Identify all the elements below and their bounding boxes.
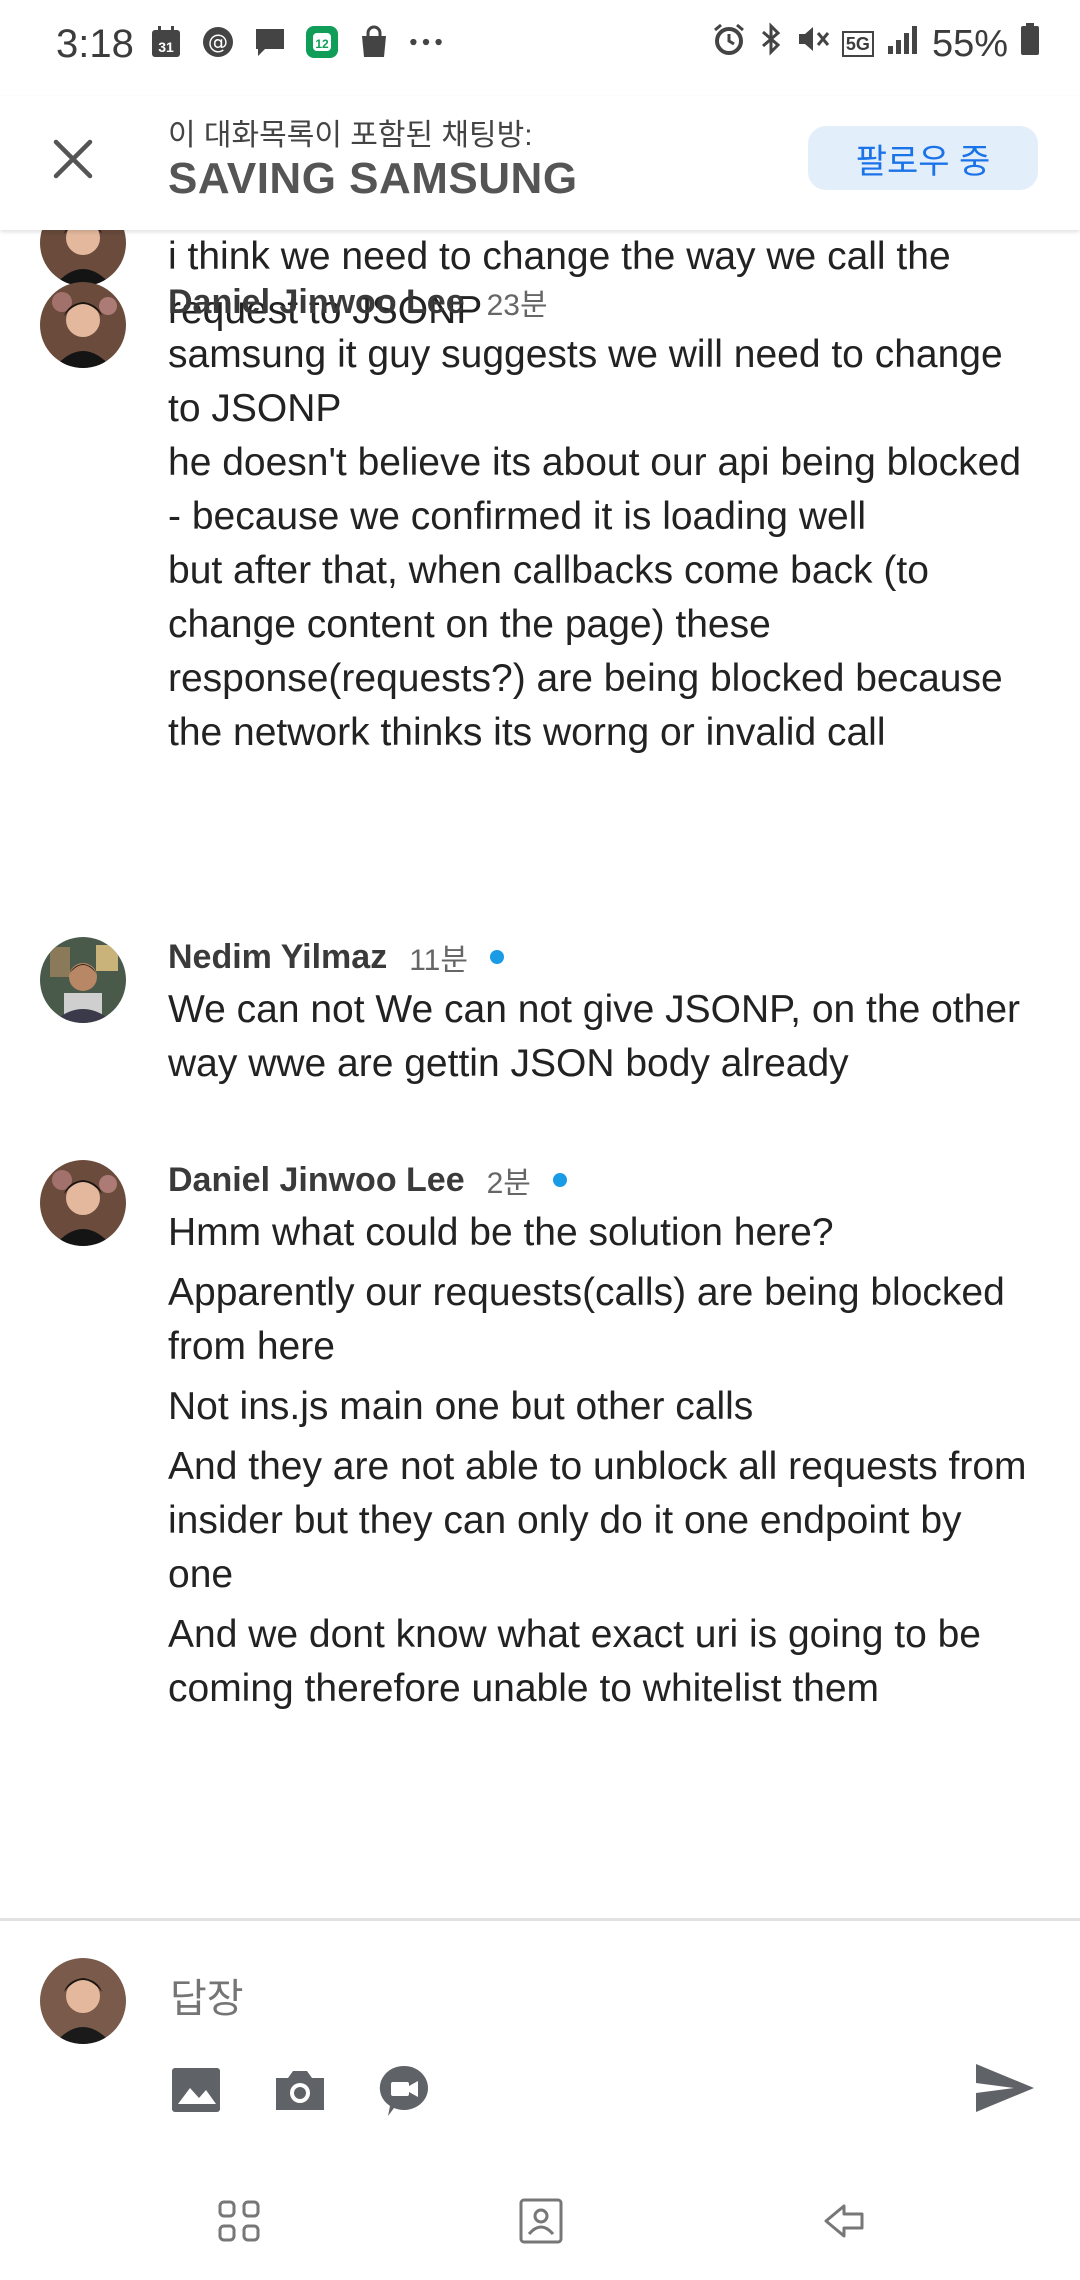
mute-icon (796, 22, 830, 66)
at-sign-icon: @ (200, 24, 236, 60)
my-avatar (40, 1958, 126, 2044)
shopping-bag-icon (356, 24, 392, 60)
avatar[interactable] (40, 1160, 126, 1246)
room-title: SAVING SAMSUNG (168, 154, 578, 203)
close-icon (53, 139, 93, 179)
message-icon (252, 24, 288, 60)
calendar-icon: 31 (148, 24, 184, 60)
message-text: Apparently our requests(calls) are being… (168, 1271, 1005, 1368)
send-icon (976, 2064, 1034, 2112)
composer-divider (0, 1918, 1080, 1921)
room-caption: 이 대화목록이 포함된 채팅방: (168, 119, 533, 152)
system-nav-bar (0, 2160, 1080, 2280)
message-text: And they are not able to unblock all req… (168, 1445, 1027, 1596)
video-call-icon (379, 2065, 428, 2116)
recents-icon (218, 2200, 260, 2242)
message-body: Hmm what could be the solution here? App… (168, 1206, 1028, 1716)
status-bar: 3:18 31 @ 12 5G 55% (0, 0, 1080, 96)
svg-text:12: 12 (315, 37, 329, 51)
recents-button[interactable] (214, 2196, 264, 2246)
message-text: And we dont know what exact uri is going… (168, 1613, 981, 1710)
video-call-button[interactable] (374, 2060, 434, 2120)
chat-app-icon: 12 (304, 24, 340, 60)
signal-icon (886, 23, 920, 66)
reply-input[interactable] (168, 1968, 952, 2030)
message-text: but after that, when callbacks come back… (168, 549, 1003, 754)
notification-icons: 31 @ 12 (148, 24, 444, 60)
avatar[interactable] (40, 937, 126, 1023)
image-icon (172, 2068, 220, 2112)
svg-text:@: @ (208, 30, 228, 54)
back-icon (824, 2204, 864, 2238)
image-button[interactable] (166, 2060, 226, 2120)
message-text: he doesn't believe its about our api bei… (168, 441, 1022, 538)
alarm-icon (712, 22, 746, 66)
message-time: 23분 (486, 289, 548, 322)
battery-percent: 55% (931, 22, 1008, 65)
network-5g-icon: 5G (841, 31, 874, 57)
status-time: 3:18 (56, 22, 134, 66)
more-icon (408, 24, 444, 60)
author-name[interactable]: Daniel Jinwoo Lee (168, 1161, 465, 1200)
message-text: samsung it guy suggests we will need to … (168, 333, 1003, 430)
author-name[interactable]: Daniel Jinwoo Lee (168, 283, 465, 322)
system-icons: 5G 55% (712, 22, 1040, 66)
camera-icon (276, 2071, 324, 2110)
avatar[interactable] (40, 230, 126, 286)
message-text: We can not We can not give JSONP, on the… (168, 988, 1021, 1085)
unread-dot (552, 1173, 567, 1187)
message-thread: i think we need to change the way we cal… (0, 230, 1080, 1920)
message-time: 2분 (486, 1167, 531, 1200)
camera-button[interactable] (270, 2060, 330, 2120)
chat-header: 이 대화목록이 포함된 채팅방: SAVING SAMSUNG 팔로우 중 (0, 96, 1080, 230)
bluetooth-icon (758, 22, 784, 66)
author-name[interactable]: Nedim Yilmaz (168, 938, 387, 977)
battery-icon (1020, 22, 1040, 66)
unread-dot (489, 950, 504, 964)
message-time: 11분 (409, 944, 468, 977)
message-text: Hmm what could be the solution here? (168, 1211, 834, 1254)
close-button[interactable] (44, 130, 102, 188)
following-button[interactable]: 팔로우 중 (808, 126, 1038, 190)
home-button[interactable] (516, 2196, 566, 2246)
send-button[interactable] (974, 2060, 1036, 2116)
message-body: We can not We can not give JSONP, on the… (168, 983, 1028, 1091)
svg-text:31: 31 (158, 39, 174, 55)
home-icon (519, 2198, 563, 2244)
avatar[interactable] (40, 282, 126, 368)
message-body: samsung it guy suggests we will need to … (168, 328, 1028, 760)
message-text: Not ins.js main one but other calls (168, 1385, 754, 1428)
back-button[interactable] (820, 2196, 870, 2246)
